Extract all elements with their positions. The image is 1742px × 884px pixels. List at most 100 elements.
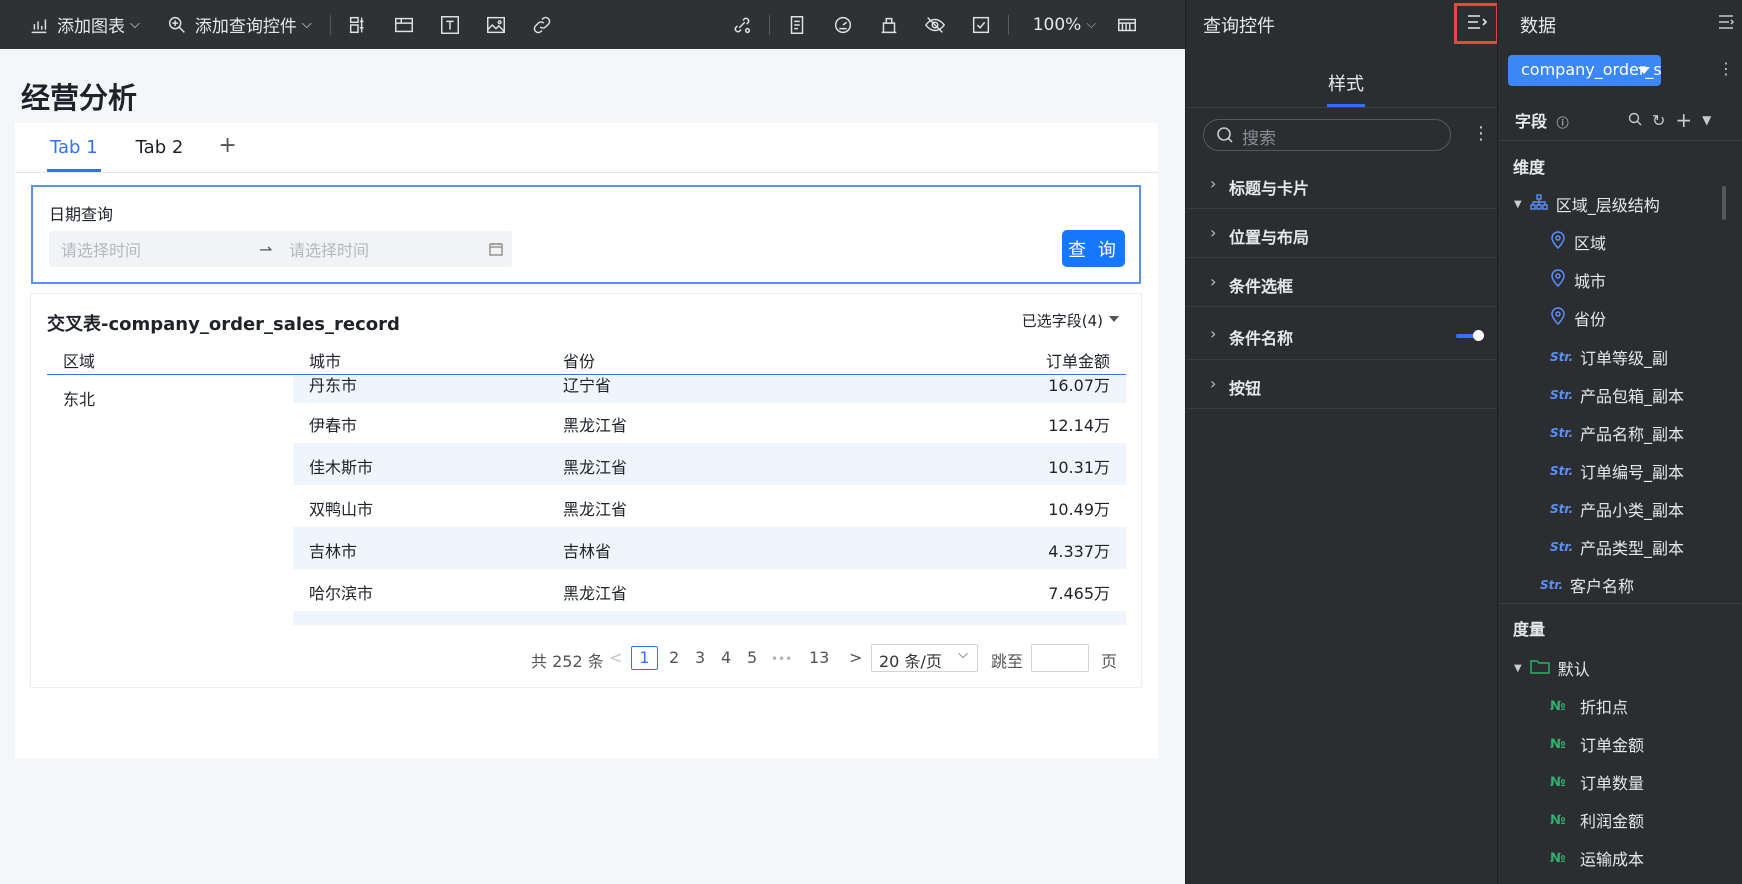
search-icon xyxy=(1216,126,1234,149)
checklist-icon[interactable] xyxy=(968,12,994,38)
section-condition-name[interactable]: › 条件名称 xyxy=(1186,307,1497,360)
page-2-button[interactable]: 2 xyxy=(669,648,679,667)
report-icon[interactable] xyxy=(784,12,810,38)
field-str[interactable]: Str. 产品类型_副本 xyxy=(1550,535,1684,559)
field-measure[interactable]: № 订单金额 xyxy=(1550,732,1644,756)
tab-component-icon[interactable] xyxy=(391,12,417,38)
section-condition-box[interactable]: › 条件选框 xyxy=(1186,258,1497,307)
component-icon[interactable] xyxy=(876,12,902,38)
city-cell: 吉林市 xyxy=(309,542,358,561)
field-customer-name[interactable]: Str. 客户名称 xyxy=(1540,573,1634,597)
next-page-button[interactable]: > xyxy=(849,648,862,667)
field-region[interactable]: 区域 xyxy=(1550,230,1606,254)
link-settings-icon[interactable] xyxy=(729,12,755,38)
province-cell: 辽宁省 xyxy=(563,376,612,395)
field-city[interactable]: 城市 xyxy=(1550,268,1606,292)
arrow-right-icon: ⇀ xyxy=(259,239,273,259)
date-query-control[interactable]: 日期查询 请选择时间 ⇀ 请选择时间 查 询 xyxy=(31,185,1141,284)
search-icon[interactable] xyxy=(1628,111,1642,130)
condition-name-toggle[interactable] xyxy=(1456,330,1484,341)
layout-icon[interactable] xyxy=(345,12,371,38)
calendar-icon[interactable] xyxy=(489,241,503,260)
zoom-select[interactable]: 100% ⌵ xyxy=(1033,15,1096,35)
chevron-right-icon: › xyxy=(1210,223,1217,242)
chevron-right-icon: › xyxy=(1210,174,1217,193)
hierarchy-item[interactable]: ▼ 区域_层级结构 xyxy=(1514,192,1660,216)
prev-page-button[interactable]: < xyxy=(609,648,622,667)
chevron-right-icon: › xyxy=(1210,272,1217,291)
add-icon[interactable]: + xyxy=(1675,108,1692,132)
field-label: 订单等级_副 xyxy=(1580,349,1669,368)
scrollbar[interactable] xyxy=(1722,186,1726,220)
more-pages-ellipsis[interactable]: ••• xyxy=(771,652,792,666)
section-position-layout[interactable]: › 位置与布局 xyxy=(1186,209,1497,258)
page-4-button[interactable]: 4 xyxy=(721,648,731,667)
field-str[interactable]: Str. 产品名称_副本 xyxy=(1550,421,1684,445)
field-measure[interactable]: № 利润金额 xyxy=(1550,808,1644,832)
page-13-button[interactable]: 13 xyxy=(809,648,829,667)
more-options-icon[interactable]: ⋮ xyxy=(1718,59,1734,78)
table-row: 丹东市 辽宁省 16.07万 xyxy=(293,376,1126,403)
start-date-input[interactable]: 请选择时间 xyxy=(61,237,141,261)
amount-cell: 12.14万 xyxy=(1048,416,1110,435)
cross-table-card: 交叉表-company_order_sales_record 已选字段(4) 区… xyxy=(30,293,1142,688)
caret-down-icon[interactable]: ▼ xyxy=(1702,113,1711,127)
dataset-select[interactable]: company_order_s... xyxy=(1508,55,1661,86)
add-chart-menu[interactable]: 添加图表 ⌵ xyxy=(26,12,140,38)
section-title-card[interactable]: › 标题与卡片 xyxy=(1186,160,1497,209)
section-button[interactable]: › 按钮 xyxy=(1186,360,1497,409)
page-1-button[interactable]: 1 xyxy=(631,646,658,670)
page-5-button[interactable]: 5 xyxy=(747,648,757,667)
folder-icon xyxy=(1530,658,1550,678)
refresh-icon[interactable]: ↻ xyxy=(1652,111,1665,130)
field-label: 城市 xyxy=(1574,272,1607,291)
province-cell: 黑龙江省 xyxy=(563,416,628,435)
city-cell: 哈尔滨市 xyxy=(309,584,374,603)
tab-2[interactable]: Tab 2 xyxy=(133,137,187,172)
collapse-menu-icon[interactable] xyxy=(1717,14,1735,34)
tab-style[interactable]: 样式 xyxy=(1328,70,1364,96)
collapse-panel-button[interactable] xyxy=(1454,3,1499,44)
chevron-down-icon: ⌵ xyxy=(130,17,140,32)
field-str[interactable]: Str. 订单编号_副本 xyxy=(1550,459,1684,483)
panel-title: 数据 xyxy=(1520,16,1556,37)
chevron-down-icon: ⌵ xyxy=(958,647,968,662)
bar-chart-icon xyxy=(26,12,52,38)
page-3-button[interactable]: 3 xyxy=(695,648,705,667)
number-type-icon: № xyxy=(1550,774,1566,790)
jump-page-input[interactable] xyxy=(1031,644,1089,672)
table-row: 双鸭山市 黑龙江省 10.49万 xyxy=(293,485,1126,527)
page-size-select[interactable]: 20 条/页 ⌵ xyxy=(871,644,978,672)
field-label: 区域_层级结构 xyxy=(1555,196,1660,215)
more-options-icon[interactable]: ⋮ xyxy=(1472,123,1490,144)
image-icon[interactable] xyxy=(483,12,509,38)
hierarchy-icon xyxy=(1530,194,1548,214)
grid-settings-icon[interactable] xyxy=(1114,12,1140,38)
tab-1[interactable]: Tab 1 xyxy=(47,137,101,172)
selected-fields-dropdown[interactable]: 已选字段(4) xyxy=(1022,310,1120,331)
total-count: 共 252 条 xyxy=(531,652,604,671)
preview-icon[interactable] xyxy=(922,12,948,38)
field-str[interactable]: Str. 产品包箱_副本 xyxy=(1550,383,1684,407)
add-tab-button[interactable]: + xyxy=(218,133,236,172)
province-cell: 黑龙江省 xyxy=(563,500,628,519)
measure-group[interactable]: ▼ 默认 xyxy=(1514,656,1590,680)
query-button[interactable]: 查 询 xyxy=(1062,230,1125,267)
end-date-input[interactable]: 请选择时间 xyxy=(289,237,369,261)
field-province[interactable]: 省份 xyxy=(1550,306,1606,330)
field-measure[interactable]: № 订单数量 xyxy=(1550,770,1644,794)
link-icon[interactable] xyxy=(529,12,555,38)
text-icon[interactable] xyxy=(437,12,463,38)
table-row: 伊春市 黑龙江省 12.14万 xyxy=(293,401,1126,443)
monitor-icon[interactable] xyxy=(830,12,856,38)
add-query-control-menu[interactable]: 添加查询控件 ⌵ xyxy=(164,12,312,38)
toolbar-divider xyxy=(768,14,770,35)
field-measure[interactable]: № 折扣点 xyxy=(1550,694,1628,718)
field-str[interactable]: Str. 订单等级_副 xyxy=(1550,345,1668,369)
field-str[interactable]: Str. 产品小类_副本 xyxy=(1550,497,1684,521)
field-measure[interactable]: № 运输成本 xyxy=(1550,846,1644,870)
page-size-value: 20 条/页 xyxy=(879,652,942,671)
search-input[interactable]: 搜索 xyxy=(1203,119,1451,151)
field-tools: ↻ + ▼ xyxy=(1628,108,1711,132)
date-range-picker[interactable]: 请选择时间 ⇀ 请选择时间 xyxy=(49,231,512,267)
